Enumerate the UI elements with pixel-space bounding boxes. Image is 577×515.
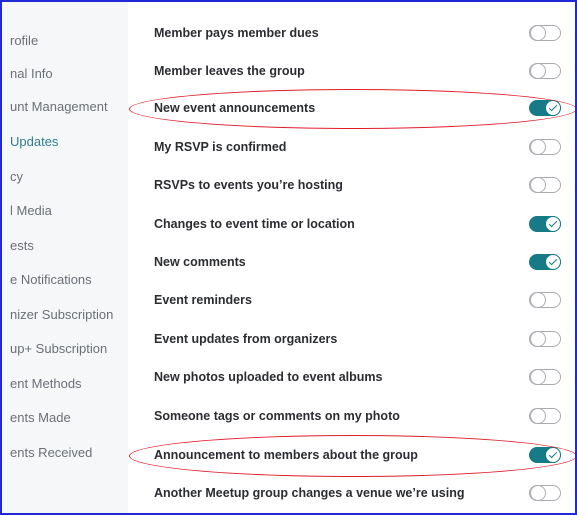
setting-toggle[interactable]	[529, 331, 561, 347]
setting-row: Another Meetup group changes a venue we’…	[128, 474, 575, 512]
setting-row: My RSVP is confirmed	[128, 128, 575, 166]
setting-label: Member leaves the group	[154, 64, 305, 78]
toggle-knob	[530, 485, 546, 501]
setting-row: Member leaves the group	[128, 52, 575, 90]
setting-label: Event reminders	[154, 293, 252, 307]
setting-row: New photos uploaded to event albums	[128, 358, 575, 396]
toggle-knob	[530, 25, 546, 41]
sidebar-item-mobile-notifications[interactable]: e Notifications	[10, 272, 92, 287]
sidebar-item-privacy[interactable]: cy	[10, 169, 23, 184]
setting-row: Event updates from organizers	[128, 320, 575, 358]
sidebar-item-payments-made[interactable]: ents Made	[10, 410, 71, 425]
setting-toggle[interactable]	[529, 369, 561, 385]
setting-toggle[interactable]	[529, 292, 561, 308]
setting-toggle[interactable]	[529, 63, 561, 79]
setting-toggle[interactable]	[529, 216, 561, 232]
setting-row: New event announcements	[128, 89, 575, 127]
setting-label: New event announcements	[154, 101, 316, 115]
setting-toggle[interactable]	[529, 25, 561, 41]
settings-sidebar: rofile nal Info unt Management Updates c…	[2, 2, 128, 513]
toggle-knob	[530, 369, 546, 385]
setting-label: New comments	[154, 255, 246, 269]
setting-row: Announcement to members about the group	[128, 436, 575, 474]
screenshot-frame: rofile nal Info unt Management Updates c…	[0, 0, 577, 515]
toggle-knob	[530, 139, 546, 155]
setting-toggle[interactable]	[529, 139, 561, 155]
sidebar-item-organizer-subscription[interactable]: nizer Subscription	[10, 307, 113, 322]
setting-row: Someone tags or comments on my photo	[128, 397, 575, 435]
setting-label: Changes to event time or location	[154, 217, 355, 231]
toggle-knob	[545, 254, 561, 270]
sidebar-item-interests[interactable]: ests	[10, 238, 34, 253]
setting-label: Member pays member dues	[154, 26, 319, 40]
toggle-knob	[530, 177, 546, 193]
email-updates-settings-list: Member pays member dues Member leaves th…	[128, 2, 575, 513]
sidebar-item-account-management[interactable]: unt Management	[10, 99, 108, 114]
sidebar-item-meetup-plus-subscription[interactable]: up+ Subscription	[10, 341, 107, 356]
setting-row: New comments	[128, 243, 575, 281]
toggle-knob	[545, 447, 561, 463]
toggle-knob	[545, 100, 561, 116]
setting-label: RSVPs to events you’re hosting	[154, 178, 343, 192]
setting-label: My RSVP is confirmed	[154, 140, 287, 154]
toggle-knob	[530, 331, 546, 347]
setting-row: Member pays member dues	[128, 14, 575, 52]
sidebar-item-payments-received[interactable]: ents Received	[10, 445, 92, 460]
toggle-knob	[530, 63, 546, 79]
setting-toggle[interactable]	[529, 408, 561, 424]
sidebar-item-profile[interactable]: rofile	[10, 33, 38, 48]
setting-row: RSVPs to events you’re hosting	[128, 166, 575, 204]
setting-label: Another Meetup group changes a venue we’…	[154, 486, 465, 500]
toggle-knob	[530, 292, 546, 308]
setting-toggle[interactable]	[529, 447, 561, 463]
setting-toggle[interactable]	[529, 485, 561, 501]
toggle-knob	[545, 216, 561, 232]
setting-label: Someone tags or comments on my photo	[154, 409, 400, 423]
setting-label: New photos uploaded to event albums	[154, 370, 383, 384]
setting-toggle[interactable]	[529, 254, 561, 270]
setting-label: Announcement to members about the group	[154, 448, 418, 462]
setting-row: Event reminders	[128, 281, 575, 319]
sidebar-item-email-updates[interactable]: Updates	[10, 134, 58, 149]
setting-toggle[interactable]	[529, 100, 561, 116]
setting-toggle[interactable]	[529, 177, 561, 193]
sidebar-item-social-media[interactable]: l Media	[10, 203, 52, 218]
setting-label: Event updates from organizers	[154, 332, 338, 346]
setting-row: Changes to event time or location	[128, 205, 575, 243]
toggle-knob	[530, 408, 546, 424]
sidebar-item-personal-info[interactable]: nal Info	[10, 66, 53, 81]
sidebar-item-payment-methods[interactable]: ent Methods	[10, 376, 82, 391]
